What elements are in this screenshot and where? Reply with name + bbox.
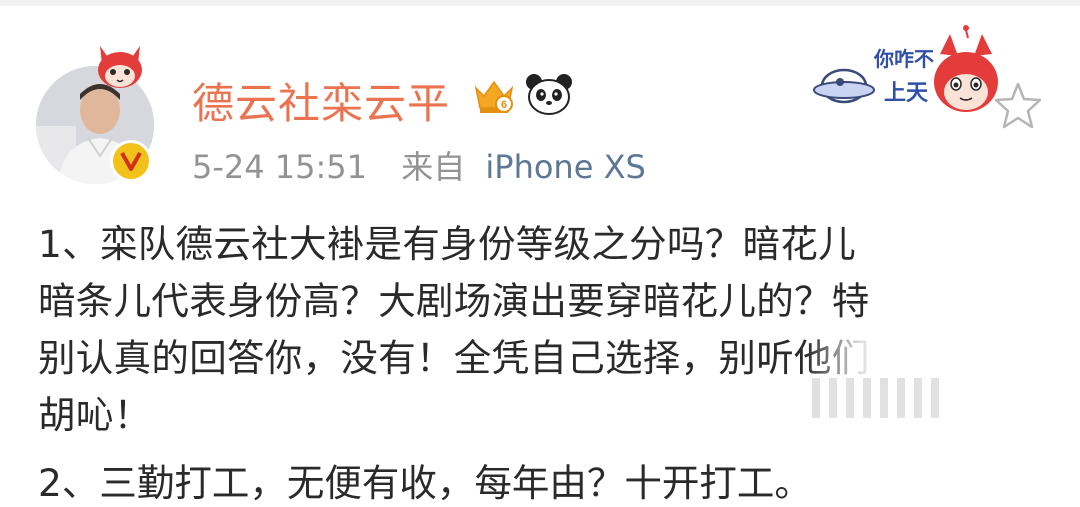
watermark-bars bbox=[812, 378, 948, 422]
top-divider bbox=[0, 0, 1080, 6]
fox-sticker: 你咋不 上天 bbox=[813, 25, 998, 112]
sticker-text-line2: 上天 bbox=[884, 81, 929, 106]
panda-icon[interactable] bbox=[524, 72, 574, 116]
verified-v-icon bbox=[110, 140, 152, 182]
source-device-link[interactable]: iPhone XS bbox=[485, 148, 645, 186]
source-prefix: 来自 bbox=[401, 148, 466, 186]
sticker-text-line1: 你咋不 bbox=[873, 47, 934, 71]
post-line: 1、栾队德云社大褂是有身份等级之分吗？暗花儿 bbox=[38, 222, 856, 266]
post-line-partial: 2、三勤打工，无便有收，每年由？十开打工。 bbox=[38, 461, 812, 505]
member-level: 6 bbox=[501, 99, 507, 111]
star-outline-icon[interactable] bbox=[990, 78, 1046, 134]
fox-pendant-icon bbox=[98, 46, 142, 88]
crown-member-icon[interactable]: 6 bbox=[472, 76, 516, 116]
post-meta: 5-24 15:51 来自 iPhone XS bbox=[192, 142, 646, 188]
post-line: 暗条儿代表身份高？大剧场演出要穿暗花儿的？特 bbox=[38, 279, 870, 323]
username[interactable]: 德云社栾云平 bbox=[192, 70, 450, 131]
timestamp: 5-24 15:51 bbox=[192, 148, 368, 186]
